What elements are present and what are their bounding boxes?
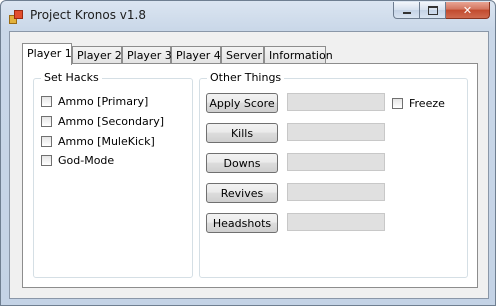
tab-server[interactable]: Server — [221, 46, 264, 64]
window-title: Project Kronos v1.8 — [30, 8, 146, 22]
app-window: Project Kronos v1.8 ✕ Player 1 Player 2 … — [0, 0, 496, 306]
title-bar[interactable]: Project Kronos v1.8 ✕ — [1, 1, 495, 31]
tab-panel-player-1: Set Hacks Ammo [Primary] Ammo [Secondary… — [22, 63, 478, 288]
client-area: Player 1 Player 2 Player 3 Player 4 Serv… — [9, 31, 489, 299]
maximize-button[interactable] — [420, 2, 446, 19]
tab-player-3[interactable]: Player 3 — [122, 46, 172, 64]
headshots-button[interactable]: Headshots — [206, 213, 278, 233]
ammo-secondary-checkbox[interactable] — [41, 115, 52, 127]
set-hacks-title: Set Hacks — [41, 71, 102, 85]
caption-buttons: ✕ — [393, 2, 490, 20]
god-mode-option[interactable]: God-Mode — [41, 152, 114, 168]
maximize-icon — [427, 5, 438, 15]
app-icon[interactable] — [9, 9, 23, 24]
close-icon: ✕ — [462, 3, 473, 17]
kills-button[interactable]: Kills — [206, 123, 278, 143]
freeze-option[interactable]: Freeze — [392, 95, 445, 111]
apply-score-button[interactable]: Apply Score — [206, 93, 278, 113]
close-button[interactable]: ✕ — [446, 2, 490, 19]
minimize-button[interactable] — [393, 2, 420, 19]
other-things-group: Other Things Apply Score Kills Downs Rev… — [199, 71, 468, 278]
downs-field[interactable] — [287, 153, 385, 171]
ammo-mulekick-option[interactable]: Ammo [MuleKick] — [41, 133, 155, 149]
god-mode-label: God-Mode — [58, 153, 115, 167]
kills-field[interactable] — [287, 123, 385, 141]
ammo-primary-label: Ammo [Primary] — [58, 94, 149, 108]
god-mode-checkbox[interactable] — [41, 154, 52, 166]
ammo-primary-checkbox[interactable] — [41, 95, 52, 107]
set-hacks-group: Set Hacks Ammo [Primary] Ammo [Secondary… — [33, 71, 193, 278]
ammo-mulekick-checkbox[interactable] — [41, 135, 52, 147]
downs-button[interactable]: Downs — [206, 153, 278, 173]
minimize-icon — [402, 12, 411, 14]
ammo-secondary-label: Ammo [Secondary] — [58, 114, 165, 128]
revives-button[interactable]: Revives — [206, 183, 278, 203]
ammo-primary-option[interactable]: Ammo [Primary] — [41, 93, 148, 109]
headshots-field[interactable] — [287, 213, 385, 231]
ammo-secondary-option[interactable]: Ammo [Secondary] — [41, 113, 164, 129]
revives-field[interactable] — [287, 183, 385, 201]
freeze-checkbox[interactable] — [392, 97, 403, 109]
tab-player-4[interactable]: Player 4 — [171, 46, 221, 64]
freeze-label: Freeze — [409, 96, 445, 110]
tab-information[interactable]: Information — [264, 46, 333, 64]
other-things-title: Other Things — [207, 71, 285, 85]
score-field[interactable] — [287, 93, 385, 111]
ammo-mulekick-label: Ammo [MuleKick] — [58, 134, 155, 148]
tab-player-2[interactable]: Player 2 — [72, 46, 122, 64]
tab-player-1[interactable]: Player 1 — [22, 43, 72, 65]
